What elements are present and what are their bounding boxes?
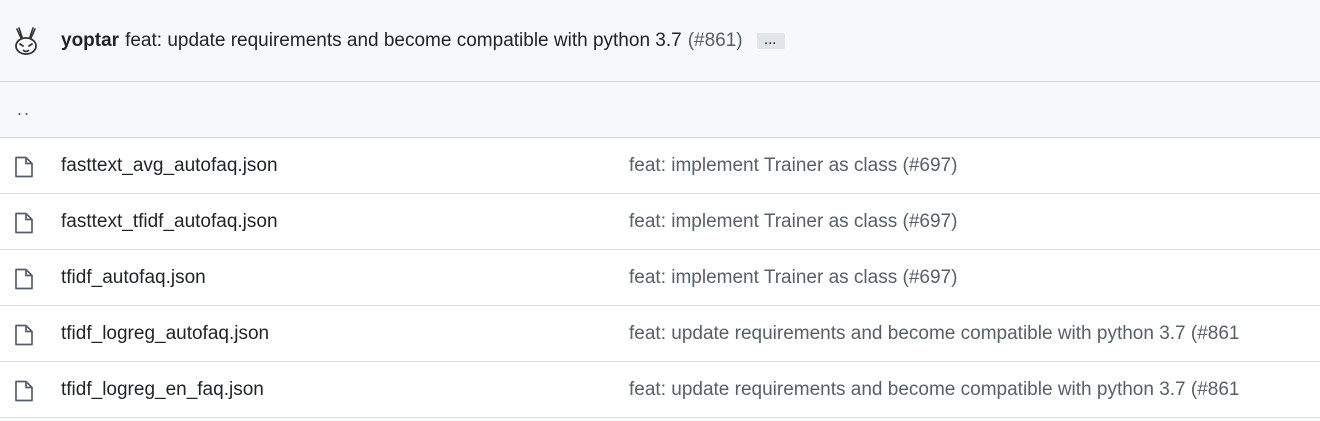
file-icon — [15, 324, 33, 346]
file-icon — [15, 212, 33, 234]
file-name-link[interactable]: fasttext_tfidf_autofaq.json — [61, 211, 278, 233]
file-row: tfidf_logreg_autofaq.json feat: update r… — [0, 306, 1320, 362]
file-list: fasttext_avg_autofaq.json feat: implemen… — [0, 138, 1320, 418]
file-row: tfidf_logreg_en_faq.json feat: update re… — [0, 362, 1320, 418]
file-name-link[interactable]: tfidf_logreg_autofaq.json — [61, 323, 269, 345]
file-row: tfidf_autofaq.json feat: implement Train… — [0, 250, 1320, 306]
avatar[interactable] — [10, 25, 42, 57]
latest-commit-bar: yoptar feat: update requirements and bec… — [0, 0, 1320, 82]
file-icon — [15, 380, 33, 402]
file-commit-message-link[interactable]: feat: update requirements and become com… — [629, 379, 1240, 401]
parent-directory-row[interactable]: .. — [0, 82, 1320, 138]
commit-pr-link[interactable]: (#861) — [688, 30, 743, 52]
bunny-avatar-icon — [15, 26, 37, 55]
commit-author-link[interactable]: yoptar — [61, 30, 119, 52]
file-commit-message-link[interactable]: feat: implement Trainer as class (#697) — [629, 267, 957, 289]
commit-message-link[interactable]: feat: update requirements and become com… — [125, 30, 682, 52]
expand-commit-message-button[interactable]: ... — [756, 32, 785, 49]
file-icon — [15, 268, 33, 290]
file-row: fasttext_tfidf_autofaq.json feat: implem… — [0, 194, 1320, 250]
parent-directory-link[interactable]: .. — [17, 99, 31, 120]
file-icon — [15, 156, 33, 178]
file-name-link[interactable]: tfidf_autofaq.json — [61, 267, 206, 289]
file-row: fasttext_avg_autofaq.json feat: implemen… — [0, 138, 1320, 194]
file-commit-message-link[interactable]: feat: update requirements and become com… — [629, 323, 1240, 345]
file-commit-message-link[interactable]: feat: implement Trainer as class (#697) — [629, 155, 957, 177]
file-name-link[interactable]: fasttext_avg_autofaq.json — [61, 155, 278, 177]
file-commit-message-link[interactable]: feat: implement Trainer as class (#697) — [629, 211, 957, 233]
file-name-link[interactable]: tfidf_logreg_en_faq.json — [61, 379, 264, 401]
